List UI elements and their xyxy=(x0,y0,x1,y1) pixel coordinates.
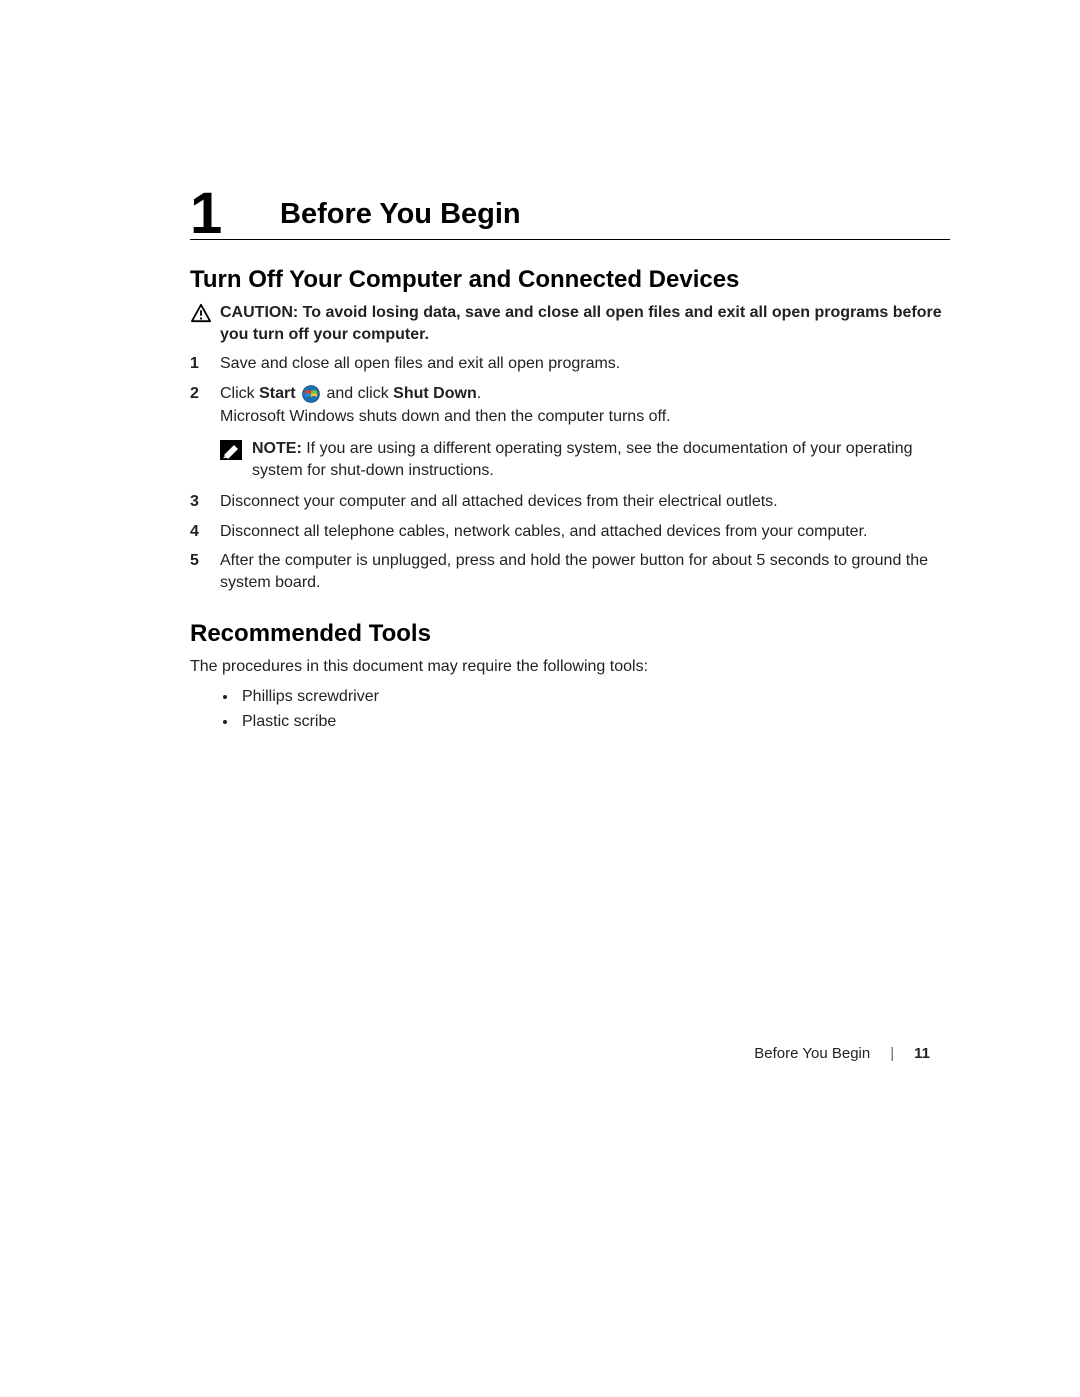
step-3: 3 Disconnect your computer and all attac… xyxy=(190,491,950,513)
footer-separator: | xyxy=(890,1045,894,1062)
section-heading-tools: Recommended Tools xyxy=(190,620,950,648)
footer-title: Before You Begin xyxy=(754,1045,870,1062)
note-block: NOTE: If you are using a different opera… xyxy=(220,438,950,481)
caution-text: CAUTION: To avoid losing data, save and … xyxy=(220,302,950,345)
step-2: 2 Click Start and click Shut Down. Micro… xyxy=(190,383,950,430)
footer-page-number: 11 xyxy=(914,1045,930,1062)
section-intro: The procedures in this document may requ… xyxy=(190,656,950,678)
caution-icon xyxy=(190,303,212,330)
step-number: 3 xyxy=(190,491,216,513)
step-1: 1 Save and close all open files and exit… xyxy=(190,353,950,375)
text: Click xyxy=(220,385,259,402)
step-text: Click Start and click Shut Down. Microso… xyxy=(220,383,950,430)
note-text: NOTE: If you are using a different opera… xyxy=(252,438,950,481)
section-heading-turnoff: Turn Off Your Computer and Connected Dev… xyxy=(190,266,950,294)
note-icon xyxy=(220,440,242,460)
step-5: 5 After the computer is unplugged, press… xyxy=(190,550,950,593)
step-number: 2 xyxy=(190,383,216,405)
step-text: Save and close all open files and exit a… xyxy=(220,353,950,375)
step-text-line2: Microsoft Windows shuts down and then th… xyxy=(220,406,950,428)
caution-block: CAUTION: To avoid losing data, save and … xyxy=(190,302,950,345)
text: and click xyxy=(326,385,393,402)
note-label: NOTE: xyxy=(252,440,302,457)
chapter-title: Before You Begin xyxy=(280,190,950,231)
start-label: Start xyxy=(259,385,295,402)
note-message: If you are using a different operating s… xyxy=(252,440,913,479)
step-text: After the computer is unplugged, press a… xyxy=(220,550,950,593)
shutdown-label: Shut Down xyxy=(393,385,477,402)
windows-start-icon xyxy=(302,385,320,403)
step-text: Disconnect your computer and all attache… xyxy=(220,491,950,513)
page-content: 1 Before You Begin Turn Off Your Compute… xyxy=(190,0,950,735)
step-number: 5 xyxy=(190,550,216,572)
step-number: 1 xyxy=(190,353,216,375)
step-4: 4 Disconnect all telephone cables, netwo… xyxy=(190,521,950,543)
text: . xyxy=(477,385,481,402)
chapter-header: 1 Before You Begin xyxy=(190,190,950,240)
tools-list: Phillips screwdriver Plastic scribe xyxy=(190,685,950,735)
page-footer: Before You Begin | 11 xyxy=(754,1045,930,1062)
list-item: Plastic scribe xyxy=(238,710,950,735)
chapter-number: 1 xyxy=(190,185,222,243)
step-number: 4 xyxy=(190,521,216,543)
step-text: Disconnect all telephone cables, network… xyxy=(220,521,950,543)
list-item: Phillips screwdriver xyxy=(238,685,950,710)
